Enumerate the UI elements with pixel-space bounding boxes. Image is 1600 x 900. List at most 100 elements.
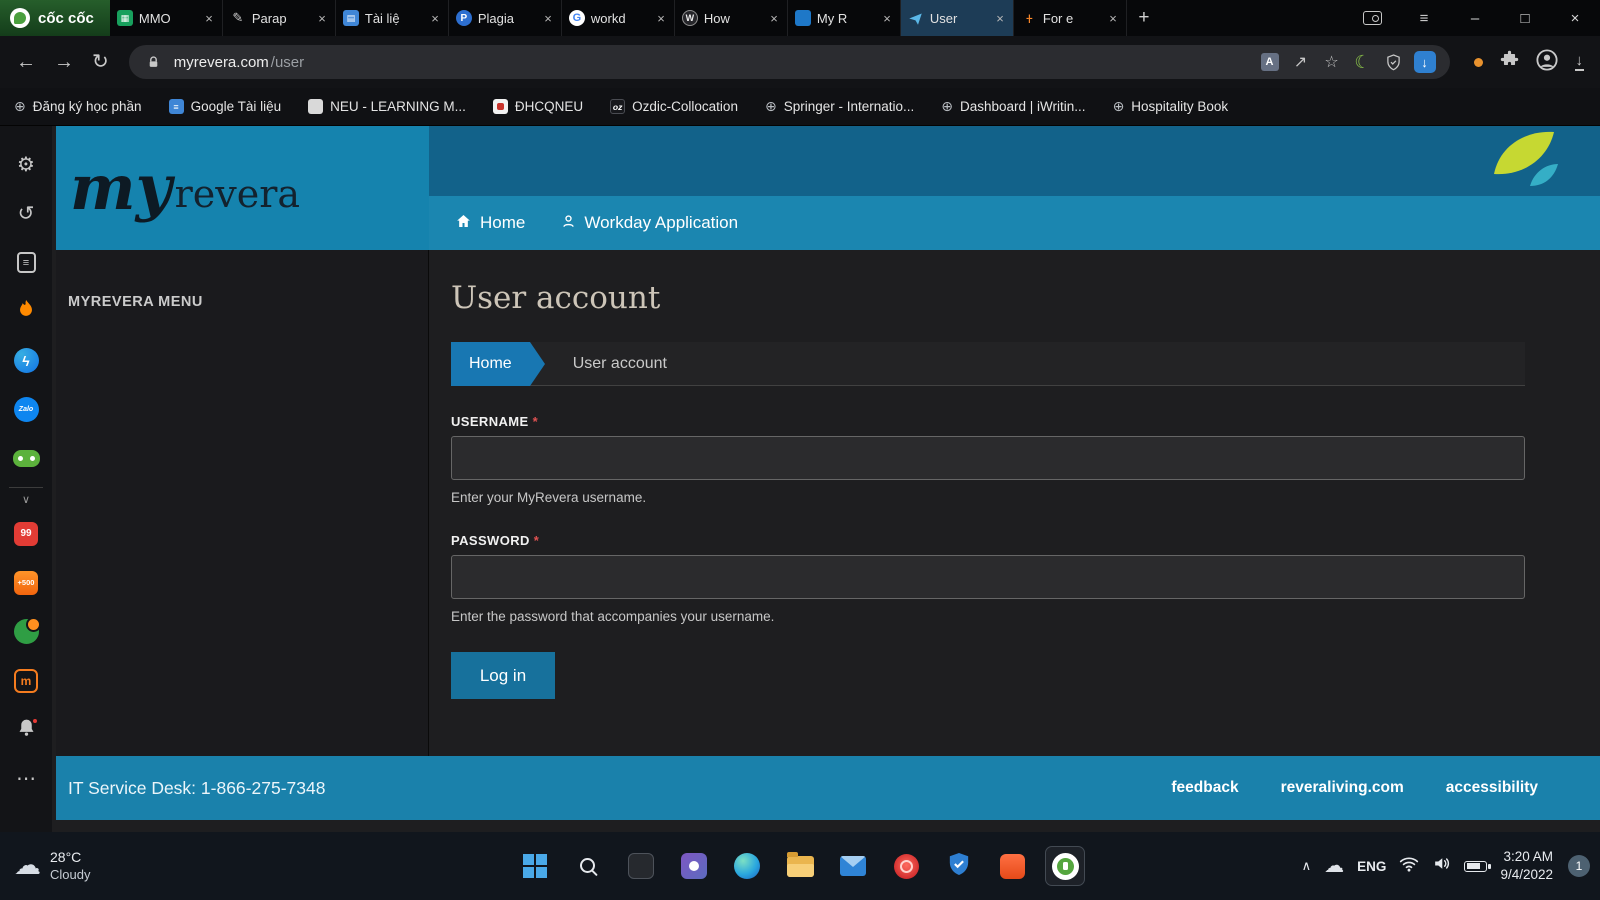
language-indicator[interactable]: ENG (1357, 859, 1386, 874)
bookmark-neu[interactable]: NEU - LEARNING M... (308, 99, 466, 114)
coccoc-browser-button[interactable] (1045, 846, 1085, 886)
weather-widget[interactable]: ☁ 28°C Cloudy (0, 848, 90, 883)
new-tab-button[interactable]: + (1127, 0, 1161, 36)
rail-shop99-button[interactable]: 99 (0, 509, 52, 558)
profile-avatar-icon[interactable] (1535, 48, 1558, 76)
rail-shop-m-button[interactable]: m (0, 656, 52, 705)
privacy-shield-icon[interactable] (1383, 53, 1405, 71)
extensions-puzzle-icon[interactable] (1500, 50, 1519, 74)
tab-close-icon[interactable]: × (994, 11, 1006, 26)
nav-home-link[interactable]: Home (455, 213, 525, 234)
bookmark-springer[interactable]: ⊕ Springer - Internatio... (765, 98, 914, 115)
file-explorer-button[interactable] (780, 846, 820, 886)
back-icon[interactable]: ← (16, 52, 36, 72)
tray-chevron-icon[interactable]: ∧ (1302, 858, 1312, 874)
address-bar[interactable]: myrevera.com /user A ↗ ☆ ☾ ↓ (128, 45, 1450, 79)
footer-link-feedback[interactable]: feedback (1171, 779, 1238, 797)
tab-close-icon[interactable]: × (1107, 11, 1119, 26)
tab-close-icon[interactable]: × (429, 11, 441, 26)
browser-tab-tailieu[interactable]: ▤ Tài liệ × (336, 0, 449, 36)
password-input[interactable] (451, 555, 1525, 599)
bookmark-hospitality[interactable]: ⊕ Hospitality Book (1113, 98, 1229, 115)
browser-tab-fore[interactable]: -|- For e × (1014, 0, 1127, 36)
security-app-button[interactable] (939, 846, 979, 886)
tab-close-icon[interactable]: × (542, 11, 554, 26)
bookmark-dangky[interactable]: ⊕ Đăng ký học phần (14, 98, 142, 115)
browser-tab-plagia[interactable]: P Plagia × (449, 0, 562, 36)
orange-favicon-icon: -|- (1026, 13, 1033, 23)
reload-icon[interactable]: ↻ (92, 52, 109, 72)
tab-home[interactable]: Home (451, 341, 545, 386)
bookmark-google-tailieu[interactable]: ≡ Google Tài liệu (168, 99, 281, 114)
mail-app-button[interactable] (833, 846, 873, 886)
battery-icon[interactable] (1464, 860, 1491, 872)
forward-icon[interactable]: → (54, 52, 74, 72)
browser-tab-myrevera[interactable]: My R × (788, 0, 901, 36)
rail-newsfeed-button[interactable] (0, 287, 52, 336)
rail-settings-button[interactable]: ⚙ (0, 140, 52, 189)
sidebar-menu-title: MYREVERA MENU (68, 294, 203, 310)
orange-app-button[interactable] (992, 846, 1032, 886)
tab-close-icon[interactable]: × (316, 11, 328, 26)
tab-close-icon[interactable]: × (655, 11, 667, 26)
browser-tab-parap[interactable]: ✎ Parap × (223, 0, 336, 36)
tab-capture-icon[interactable] (1346, 0, 1398, 36)
rail-games-button[interactable] (0, 434, 52, 483)
username-input[interactable] (451, 436, 1525, 480)
tab-list-icon[interactable]: ≡ (1398, 0, 1450, 36)
edge-browser-button[interactable] (727, 846, 767, 886)
footer-link-accessibility[interactable]: accessibility (1446, 779, 1538, 797)
bookmark-iwriting[interactable]: ⊕ Dashboard | iWritin... (941, 98, 1085, 115)
task-view-button[interactable] (621, 846, 661, 886)
taskbar-center-icons (515, 846, 1085, 886)
translate-icon[interactable]: A (1259, 53, 1281, 71)
share-icon[interactable]: ↗ (1290, 52, 1312, 72)
rail-green-app-button[interactable] (0, 607, 52, 656)
globe-icon: ⊕ (14, 98, 26, 114)
login-button[interactable]: Log in (451, 652, 555, 699)
rail-history-button[interactable]: ↺ (0, 189, 52, 238)
rail-messenger-button[interactable]: ϟ (0, 336, 52, 385)
rail-more-button[interactable]: ⋯ (0, 754, 52, 803)
plane-favicon-icon (908, 10, 924, 26)
browser-tab-workday[interactable]: G workd × (562, 0, 675, 36)
tab-close-icon[interactable]: × (203, 11, 215, 26)
rail-reading-list-button[interactable]: ≡ (0, 238, 52, 287)
browser-tab-mmo[interactable]: ▦ MMO × (110, 0, 223, 36)
notification-count-badge[interactable]: 1 (1568, 855, 1590, 877)
volume-icon[interactable] (1432, 854, 1451, 878)
rail-zalo-button[interactable]: Zalo (0, 385, 52, 434)
nav-workday-link[interactable]: Workday Application (561, 213, 738, 234)
tab-close-icon[interactable]: × (881, 11, 893, 26)
dark-mode-icon[interactable]: ☾ (1352, 52, 1374, 73)
browser-tab-user-active[interactable]: User × (900, 0, 1014, 36)
bookmark-ozdic[interactable]: oz Ozdic-Collocation (610, 99, 738, 114)
download-box-icon[interactable]: ↓ (1413, 51, 1436, 73)
rail-collapse-toggle[interactable]: ∨ (0, 483, 52, 509)
gear-icon: ⚙ (17, 154, 35, 176)
onedrive-cloud-icon[interactable]: ☁ (1324, 856, 1344, 876)
minimize-button[interactable]: – (1450, 0, 1500, 36)
lock-icon[interactable] (143, 55, 165, 70)
windows-logo-icon (523, 854, 547, 878)
maximize-button[interactable]: □ (1500, 0, 1550, 36)
browser-tab-how[interactable]: W How × (675, 0, 788, 36)
downloads-tray-icon[interactable]: ↓ (1574, 53, 1584, 71)
tab-close-icon[interactable]: × (768, 11, 780, 26)
close-button[interactable]: × (1550, 0, 1600, 36)
zalo-icon: Zalo (13, 397, 39, 422)
footer-link-reveraliving[interactable]: reveraliving.com (1281, 779, 1404, 797)
windows-start-button[interactable] (515, 846, 555, 886)
camera-app-button[interactable] (674, 846, 714, 886)
system-clock[interactable]: 3:20 AM 9/4/2022 (1500, 848, 1553, 883)
coccoc-menu-button[interactable]: cốc cốc (0, 0, 110, 36)
taskbar-search-button[interactable] (568, 846, 608, 886)
myrevera-logo[interactable]: my revera (56, 126, 429, 250)
recording-dot-icon[interactable] (1473, 57, 1483, 67)
red-app-button[interactable] (886, 846, 926, 886)
rail-reward500-button[interactable]: +500 (0, 558, 52, 607)
wifi-icon[interactable] (1399, 856, 1419, 877)
bookmark-star-icon[interactable]: ☆ (1321, 52, 1343, 72)
bookmark-dhcqneu[interactable]: ĐHCQNEU (492, 99, 583, 114)
rail-notifications-button[interactable] (0, 705, 52, 754)
